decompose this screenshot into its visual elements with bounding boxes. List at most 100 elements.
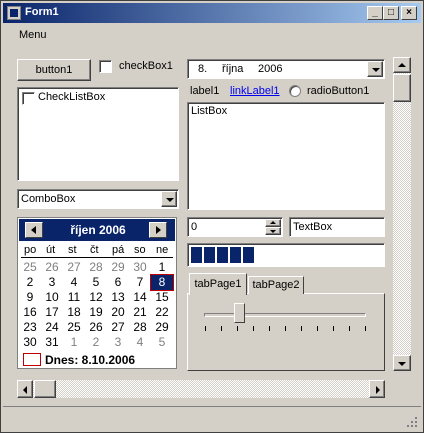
month-calendar[interactable]: říjen 2006 po út st čt pá so ne 25 26 27 28 29 30 1 2 3…	[17, 217, 177, 369]
calendar-day-cell[interactable]: 21	[129, 305, 151, 320]
calendar-day-cell[interactable]: 11	[63, 290, 85, 305]
calendar-day-cell[interactable]: 26	[41, 260, 63, 275]
calendar-day-cell[interactable]: 25	[63, 320, 85, 335]
date-picker-day[interactable]: 8.	[198, 63, 207, 75]
calendar-day-cell[interactable]: 7	[129, 275, 151, 290]
date-picker-year[interactable]: 2006	[258, 63, 282, 75]
calendar-day-cell[interactable]: 2	[19, 275, 41, 290]
tab-page2[interactable]: tabPage2	[248, 276, 304, 294]
checklist-item-checkbox[interactable]	[22, 92, 35, 105]
trackbar-tick	[317, 326, 318, 331]
progress-block	[230, 247, 241, 263]
horizontal-scroll-thumb[interactable]	[34, 380, 56, 398]
calendar-day-cell[interactable]: 22	[151, 305, 173, 320]
checkbox1-label[interactable]: checkBox1	[119, 60, 173, 72]
menu-item[interactable]: Menu	[19, 29, 47, 41]
tab-page1[interactable]: tabPage1	[189, 273, 247, 295]
calendar-day-cell[interactable]: 29	[151, 320, 173, 335]
calendar-day-cell[interactable]: 5	[85, 275, 107, 290]
calendar-day-cell[interactable]: 15	[151, 290, 173, 305]
numeric-up-down[interactable]: 0	[187, 217, 283, 237]
calendar-day-cell[interactable]: 1	[63, 335, 85, 350]
calendar-day-cell[interactable]: 13	[107, 290, 129, 305]
date-picker-month[interactable]: října	[222, 63, 243, 75]
progress-block	[204, 247, 215, 263]
scroll-right-button[interactable]	[369, 380, 385, 398]
scroll-down-button[interactable]	[393, 355, 411, 371]
radio-button1-circle[interactable]	[289, 85, 301, 97]
calendar-day-cell[interactable]: 24	[41, 320, 63, 335]
calendar-day-cell[interactable]: 3	[107, 335, 129, 350]
calendar-day-cell[interactable]: 3	[41, 275, 63, 290]
date-picker-dropdown-button[interactable]	[367, 61, 383, 77]
close-button[interactable]: ×	[401, 6, 417, 20]
calendar-day-cell[interactable]: 17	[41, 305, 63, 320]
arrow-down-icon	[270, 230, 276, 233]
minimize-button[interactable]: _	[367, 6, 383, 20]
text-box-value[interactable]: TextBox	[293, 221, 332, 233]
maximize-button[interactable]: □	[383, 6, 399, 20]
calendar-day-cell[interactable]: 10	[41, 290, 63, 305]
resize-grip-icon[interactable]	[405, 415, 419, 429]
progress-block	[243, 247, 254, 263]
calendar-day-cell[interactable]: 19	[85, 305, 107, 320]
checklist-item-label[interactable]: CheckListBox	[38, 91, 105, 103]
numeric-value[interactable]: 0	[191, 221, 197, 233]
app-icon[interactable]	[7, 6, 21, 20]
calendar-day-cell[interactable]: 1	[151, 260, 173, 275]
horizontal-scrollbar[interactable]	[17, 380, 385, 398]
combo-box[interactable]: ComboBox	[17, 189, 179, 209]
link-label1[interactable]: linkLabel1	[230, 85, 280, 97]
calendar-day-name: so	[134, 244, 146, 256]
calendar-day-cell[interactable]: 9	[19, 290, 41, 305]
checkbox1-box[interactable]	[99, 60, 112, 73]
button1[interactable]: button1	[17, 59, 91, 81]
calendar-day-cell[interactable]: 18	[63, 305, 85, 320]
calendar-day-cell[interactable]: 6	[107, 275, 129, 290]
calendar-day-cell[interactable]: 29	[107, 260, 129, 275]
arrow-left-icon	[23, 386, 27, 394]
list-box-item[interactable]: ListBox	[191, 105, 227, 117]
calendar-prev-button[interactable]	[25, 222, 43, 238]
progress-block	[217, 247, 228, 263]
calendar-day-cell[interactable]: 26	[85, 320, 107, 335]
calendar-day-cell[interactable]: 4	[129, 335, 151, 350]
text-box[interactable]: TextBox	[289, 217, 385, 237]
calendar-day-name: po	[24, 244, 37, 256]
numeric-up-button[interactable]	[265, 219, 281, 227]
numeric-down-button[interactable]	[265, 227, 281, 235]
trackbar-tick	[301, 326, 302, 331]
radio-button1-label[interactable]: radioButton1	[307, 85, 369, 97]
calendar-day-cell[interactable]: 4	[63, 275, 85, 290]
calendar-day-cell[interactable]: 8	[150, 274, 174, 291]
today-label[interactable]: Dnes: 8.10.2006	[45, 353, 135, 367]
calendar-day-cell[interactable]: 31	[41, 335, 63, 350]
title-bar[interactable]: Form1 _ □ ×	[3, 3, 421, 23]
calendar-day-cell[interactable]: 2	[85, 335, 107, 350]
vertical-scrollbar[interactable]	[393, 57, 411, 371]
scroll-up-button[interactable]	[393, 57, 411, 73]
calendar-day-name: čt	[90, 244, 99, 256]
calendar-day-cell[interactable]: 30	[19, 335, 41, 350]
combo-dropdown-button[interactable]	[161, 191, 177, 207]
calendar-day-cell[interactable]: 25	[19, 260, 41, 275]
calendar-day-cell[interactable]: 27	[63, 260, 85, 275]
calendar-day-cell[interactable]: 30	[129, 260, 151, 275]
check-list-box[interactable]: CheckListBox	[17, 87, 179, 181]
date-picker[interactable]: 8. října 2006	[187, 59, 385, 79]
calendar-day-cell[interactable]: 28	[129, 320, 151, 335]
calendar-day-cell[interactable]: 20	[107, 305, 129, 320]
list-box[interactable]: ListBox	[187, 102, 385, 210]
vertical-scroll-thumb[interactable]	[393, 74, 411, 102]
calendar-day-cell[interactable]: 23	[19, 320, 41, 335]
calendar-day-cell[interactable]: 28	[85, 260, 107, 275]
calendar-day-cell[interactable]: 12	[85, 290, 107, 305]
scroll-left-button[interactable]	[17, 380, 33, 398]
calendar-day-cell[interactable]: 5	[151, 335, 173, 350]
calendar-day-cell[interactable]: 14	[129, 290, 151, 305]
trackbar-channel[interactable]	[204, 313, 366, 317]
trackbar-thumb[interactable]	[234, 303, 245, 323]
calendar-day-cell[interactable]: 16	[19, 305, 41, 320]
calendar-day-cell[interactable]: 27	[107, 320, 129, 335]
calendar-next-button[interactable]	[149, 222, 167, 238]
